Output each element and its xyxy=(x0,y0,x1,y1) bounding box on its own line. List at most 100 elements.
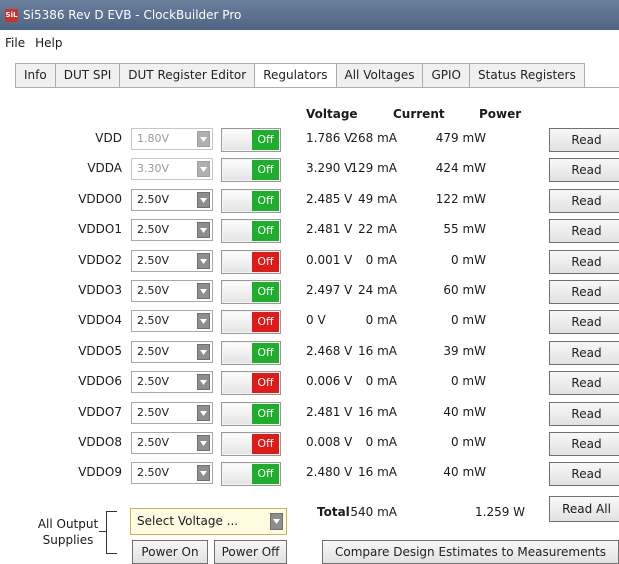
toggle-handle[interactable] xyxy=(223,343,253,363)
toggle-handle[interactable] xyxy=(223,434,253,454)
toggle-state-label: Off xyxy=(252,282,279,302)
read-button[interactable]: Read xyxy=(549,219,619,243)
chevron-down-icon[interactable] xyxy=(197,465,210,481)
toggle-handle[interactable] xyxy=(223,160,253,180)
regulator-row: VDDO3 2.50V Off 2.497 V 24 mA 60 mW Read xyxy=(0,280,619,304)
chevron-down-icon[interactable] xyxy=(197,253,210,269)
chevron-down-icon[interactable] xyxy=(197,192,210,208)
voltage-select[interactable]: 2.50V xyxy=(131,371,213,393)
toggle-state-label: Off xyxy=(252,160,279,180)
regulator-row: VDDA 3.30V Off 3.290 V 129 mA 424 mW Read xyxy=(0,158,619,182)
tab-gpio[interactable]: GPIO xyxy=(422,63,471,87)
toggle-handle[interactable] xyxy=(223,464,253,484)
power-toggle[interactable]: Off xyxy=(221,371,281,395)
power-toggle[interactable]: Off xyxy=(221,189,281,213)
read-button[interactable]: Read xyxy=(549,371,619,395)
compare-estimates-button[interactable]: Compare Design Estimates to Measurements xyxy=(322,540,619,564)
measured-power: 122 mW xyxy=(435,192,486,206)
read-button[interactable]: Read xyxy=(549,462,619,486)
tab-dut-spi[interactable]: DUT SPI xyxy=(54,63,121,87)
toggle-state-label: Off xyxy=(252,404,279,424)
tab-strip: Info DUT SPI DUT Register Editor Regulators… xyxy=(15,63,585,89)
voltage-select-value: 2.50V xyxy=(137,284,170,297)
read-button[interactable]: Read xyxy=(549,280,619,304)
power-toggle[interactable]: Off xyxy=(221,128,281,152)
measured-power: 0 mW xyxy=(450,435,486,449)
read-button[interactable]: Read xyxy=(549,128,619,152)
chevron-down-icon[interactable] xyxy=(197,435,210,451)
power-toggle[interactable]: Off xyxy=(221,158,281,182)
chevron-down-icon[interactable] xyxy=(197,222,210,238)
chevron-down-icon[interactable] xyxy=(197,405,210,421)
measured-voltage: 2.480 V xyxy=(306,465,353,479)
menu-help[interactable]: Help xyxy=(35,36,62,56)
read-button[interactable]: Read xyxy=(549,158,619,182)
power-toggle[interactable]: Off xyxy=(221,310,281,334)
voltage-select[interactable]: 2.50V xyxy=(131,250,213,272)
measured-voltage: 2.497 V xyxy=(306,283,353,297)
tab-status-registers[interactable]: Status Registers xyxy=(469,63,585,87)
voltage-select[interactable]: 2.50V xyxy=(131,402,213,424)
total-power: 1.259 W xyxy=(475,505,526,519)
toggle-state-label: Off xyxy=(252,191,279,211)
read-button[interactable]: Read xyxy=(549,341,619,365)
read-button[interactable]: Read xyxy=(549,189,619,213)
chevron-down-icon[interactable] xyxy=(197,344,210,360)
voltage-select[interactable]: 2.50V xyxy=(131,432,213,454)
read-all-button[interactable]: Read All xyxy=(549,496,619,522)
toggle-handle[interactable] xyxy=(223,282,253,302)
all-output-label-line2: Supplies xyxy=(42,533,94,547)
voltage-select[interactable]: 2.50V xyxy=(131,280,213,302)
regulator-row: VDDO9 2.50V Off 2.480 V 16 mA 40 mW Read xyxy=(0,462,619,486)
regulator-row: VDDO2 2.50V Off 0.001 V 0 mA 0 mW Read xyxy=(0,250,619,274)
chevron-down-icon[interactable] xyxy=(197,313,210,329)
measured-voltage: 3.290 V xyxy=(306,161,353,175)
measured-power: 40 mW xyxy=(443,405,486,419)
regulator-name: VDDO7 xyxy=(78,405,122,419)
chevron-down-icon xyxy=(197,131,210,147)
tab-info[interactable]: Info xyxy=(15,63,56,87)
power-toggle[interactable]: Off xyxy=(221,462,281,486)
menu-file[interactable]: File xyxy=(5,36,25,56)
voltage-select[interactable]: 2.50V xyxy=(131,310,213,332)
power-toggle[interactable]: Off xyxy=(221,402,281,426)
chevron-down-icon[interactable] xyxy=(197,283,210,299)
measured-current: 129 mA xyxy=(350,161,397,175)
read-button[interactable]: Read xyxy=(549,250,619,274)
regulator-name: VDDO2 xyxy=(78,253,122,267)
measured-voltage: 0.008 V xyxy=(306,435,353,449)
toggle-handle[interactable] xyxy=(223,252,253,272)
power-toggle[interactable]: Off xyxy=(221,341,281,365)
read-button[interactable]: Read xyxy=(549,310,619,334)
tab-all-voltages[interactable]: All Voltages xyxy=(335,63,424,87)
select-voltage-dropdown[interactable]: Select Voltage ... xyxy=(130,508,287,535)
power-toggle[interactable]: Off xyxy=(221,250,281,274)
power-toggle[interactable]: Off xyxy=(221,432,281,456)
power-toggle[interactable]: Off xyxy=(221,280,281,304)
toggle-handle[interactable] xyxy=(223,312,253,332)
toggle-handle[interactable] xyxy=(223,404,253,424)
tab-regulators[interactable]: Regulators xyxy=(254,63,337,89)
voltage-select[interactable]: 2.50V xyxy=(131,462,213,484)
tab-dut-register-editor[interactable]: DUT Register Editor xyxy=(119,63,256,87)
voltage-select[interactable]: 2.50V xyxy=(131,219,213,241)
chevron-down-icon[interactable] xyxy=(270,513,283,530)
voltage-select[interactable]: 2.50V xyxy=(131,341,213,363)
toggle-handle[interactable] xyxy=(223,130,253,150)
measured-voltage: 2.481 V xyxy=(306,222,353,236)
voltage-select[interactable]: 2.50V xyxy=(131,189,213,211)
measured-voltage: 1.786 V xyxy=(306,131,353,145)
power-off-button[interactable]: Power Off xyxy=(214,540,287,564)
regulator-name: VDDO4 xyxy=(78,313,122,327)
regulator-row: VDDO1 2.50V Off 2.481 V 22 mA 55 mW Read xyxy=(0,219,619,243)
regulator-name: VDDO5 xyxy=(78,344,122,358)
toggle-handle[interactable] xyxy=(223,191,253,211)
power-toggle[interactable]: Off xyxy=(221,219,281,243)
read-button[interactable]: Read xyxy=(549,432,619,456)
power-on-button[interactable]: Power On xyxy=(132,540,208,564)
chevron-down-icon[interactable] xyxy=(197,374,210,390)
toggle-handle[interactable] xyxy=(223,373,253,393)
read-button[interactable]: Read xyxy=(549,402,619,426)
measured-power: 0 mW xyxy=(450,313,486,327)
toggle-handle[interactable] xyxy=(223,221,253,241)
